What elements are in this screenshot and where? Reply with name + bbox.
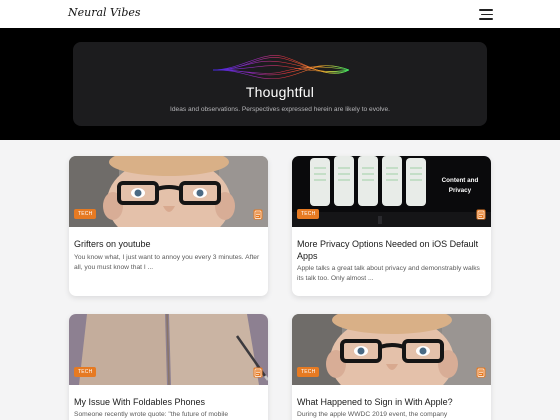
- post-image: [292, 314, 491, 385]
- post-image: [69, 314, 268, 385]
- document-icon: [253, 209, 263, 220]
- post-excerpt: Apple talks a great talk about privacy a…: [297, 265, 480, 282]
- hero-card: Thoughtful Ideas and observations. Persp…: [73, 42, 487, 126]
- post-title[interactable]: More Privacy Options Needed on iOS Defau…: [297, 238, 487, 262]
- post-excerpt: Someone recently wrote quote: "the futur…: [74, 411, 229, 418]
- site-logo[interactable]: Neural Vibes: [68, 6, 141, 19]
- post-card[interactable]: Content and Privacy TECH More Privacy Op…: [292, 156, 491, 296]
- category-badge[interactable]: TECH: [74, 209, 97, 219]
- post-title[interactable]: Grifters on youtube: [74, 238, 264, 250]
- image-caption: Content and Privacy: [441, 177, 479, 194]
- hamburger-menu-icon[interactable]: [479, 9, 493, 20]
- post-image: [69, 156, 268, 227]
- post-title[interactable]: What Happened to Sign in With Apple?: [297, 396, 487, 408]
- document-icon: [253, 367, 263, 378]
- post-card[interactable]: TECH My Issue With Foldables Phones Some…: [69, 314, 268, 420]
- top-navbar: Neural Vibes: [0, 0, 560, 28]
- category-badge[interactable]: TECH: [297, 209, 320, 219]
- category-badge[interactable]: TECH: [297, 367, 320, 377]
- hero-section: Thoughtful Ideas and observations. Persp…: [0, 28, 560, 140]
- document-icon: [476, 367, 486, 378]
- hero-subtitle: Ideas and observations. Perspectives exp…: [170, 106, 390, 113]
- post-excerpt: You know what, I just want to annoy you …: [74, 254, 260, 271]
- post-title[interactable]: My Issue With Foldables Phones: [74, 396, 264, 408]
- post-image: Content and Privacy: [292, 156, 491, 227]
- category-badge[interactable]: TECH: [74, 367, 97, 377]
- post-excerpt: During the apple WWDC 2019 event, the co…: [297, 411, 448, 418]
- post-card[interactable]: TECH Grifters on youtube You know what, …: [69, 156, 268, 296]
- post-card[interactable]: TECH What Happened to Sign in With Apple…: [292, 314, 491, 420]
- document-icon: [476, 209, 486, 220]
- hero-title: Thoughtful: [245, 84, 315, 100]
